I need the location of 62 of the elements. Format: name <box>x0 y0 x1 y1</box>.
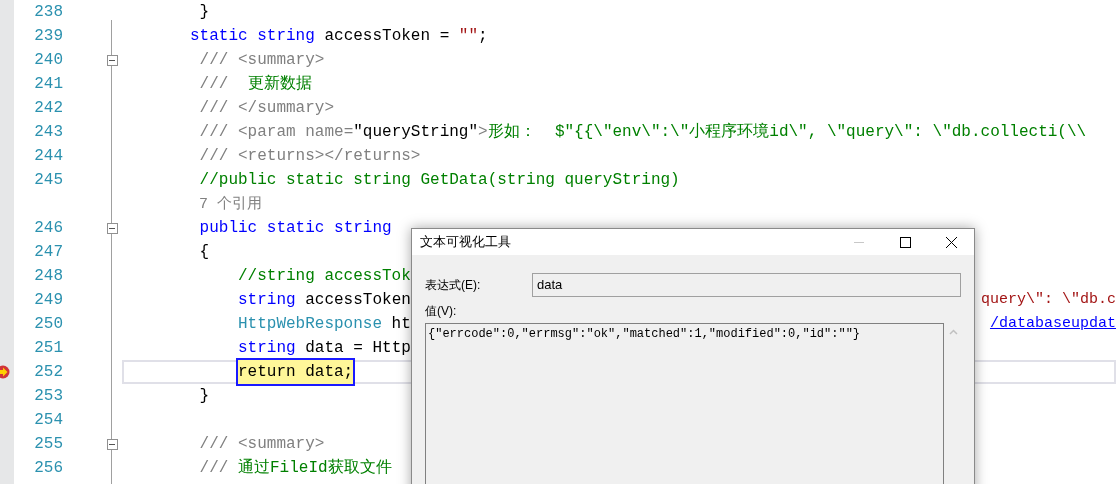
value-field[interactable]: {"errcode":0,"errmsg":"ok","matched":1,"modified":0,"id":""} <box>425 323 944 484</box>
maximize-icon <box>899 236 911 248</box>
line-number: 256 <box>33 458 63 479</box>
line-number: 244 <box>33 146 63 167</box>
code-text: //string accessTok <box>237 266 411 287</box>
line-number: 252 <box>33 362 63 383</box>
code-text: HttpWebResponse <box>237 314 382 335</box>
line-number: 239 <box>33 26 63 47</box>
code-text: public static string <box>198 218 392 239</box>
code-text: string <box>237 338 296 359</box>
line-number: 250 <box>33 314 63 335</box>
code-text: accessToken <box>304 290 411 311</box>
code-text: static string <box>190 26 315 47</box>
code-text: 更新数据 <box>247 73 312 95</box>
line-number: 251 <box>33 338 63 359</box>
code-link[interactable]: /databaseupdat <box>989 314 1116 332</box>
code-text: query\": \"db.c <box>980 290 1116 308</box>
current-statement: return data; <box>238 360 354 384</box>
line-number: 246 <box>33 218 63 239</box>
line-number: 240 <box>33 50 63 71</box>
line-number: 248 <box>33 266 63 287</box>
code-text: ; <box>478 26 488 47</box>
code-text: "" <box>458 26 479 47</box>
line-number: 245 <box>33 170 63 191</box>
minimize-icon <box>854 241 864 243</box>
code-text: 通过FileId获取文件 <box>238 457 392 479</box>
code-text: data = Http <box>304 338 411 359</box>
dialog-title: 文本可视化工具 <box>420 233 512 252</box>
code-text: /// <summary> <box>198 434 325 455</box>
line-number: 253 <box>33 386 63 407</box>
line-number: 242 <box>33 98 63 119</box>
line-number: 243 <box>33 122 63 143</box>
code-text: > <box>478 122 488 143</box>
line-number: 241 <box>33 74 63 95</box>
code-text: } <box>198 386 210 407</box>
line-number: 247 <box>33 242 63 263</box>
line-number: 238 <box>33 2 63 23</box>
code-text: /// <returns></returns> <box>198 146 421 167</box>
expression-field[interactable]: data <box>532 273 961 297</box>
code-text: accessToken = <box>323 26 451 47</box>
value-label: 值(V): <box>424 303 458 320</box>
code-text: /// <param name= <box>198 122 354 143</box>
code-text: string <box>237 290 296 311</box>
collapse-icon[interactable] <box>106 54 118 66</box>
code-text: ht <box>390 314 411 335</box>
collapse-icon[interactable] <box>106 222 118 234</box>
code-text: /// </summary> <box>198 98 335 119</box>
code-text: { <box>198 242 210 263</box>
code-text: /// <summary> <box>198 50 325 71</box>
line-number: 249 <box>33 290 63 311</box>
code-text: //public static string GetData(string queryString) <box>198 170 680 191</box>
code-text: "queryString" <box>353 122 479 143</box>
code-text: 形如： $"{{\"env\":\"小程序环境id\", \"query\": \"db.collecti(\\ <box>487 121 1087 143</box>
code-text: /// <box>198 74 230 95</box>
expression-label: 表达式(E): <box>425 277 482 294</box>
code-text: /// <box>198 458 230 479</box>
collapse-icon[interactable] <box>106 438 118 450</box>
line-number: 255 <box>33 434 63 455</box>
code-text: } <box>198 2 210 23</box>
close-icon <box>945 236 957 248</box>
reference-count[interactable]: 7 个引用 <box>190 195 262 213</box>
line-number: 254 <box>33 410 63 431</box>
